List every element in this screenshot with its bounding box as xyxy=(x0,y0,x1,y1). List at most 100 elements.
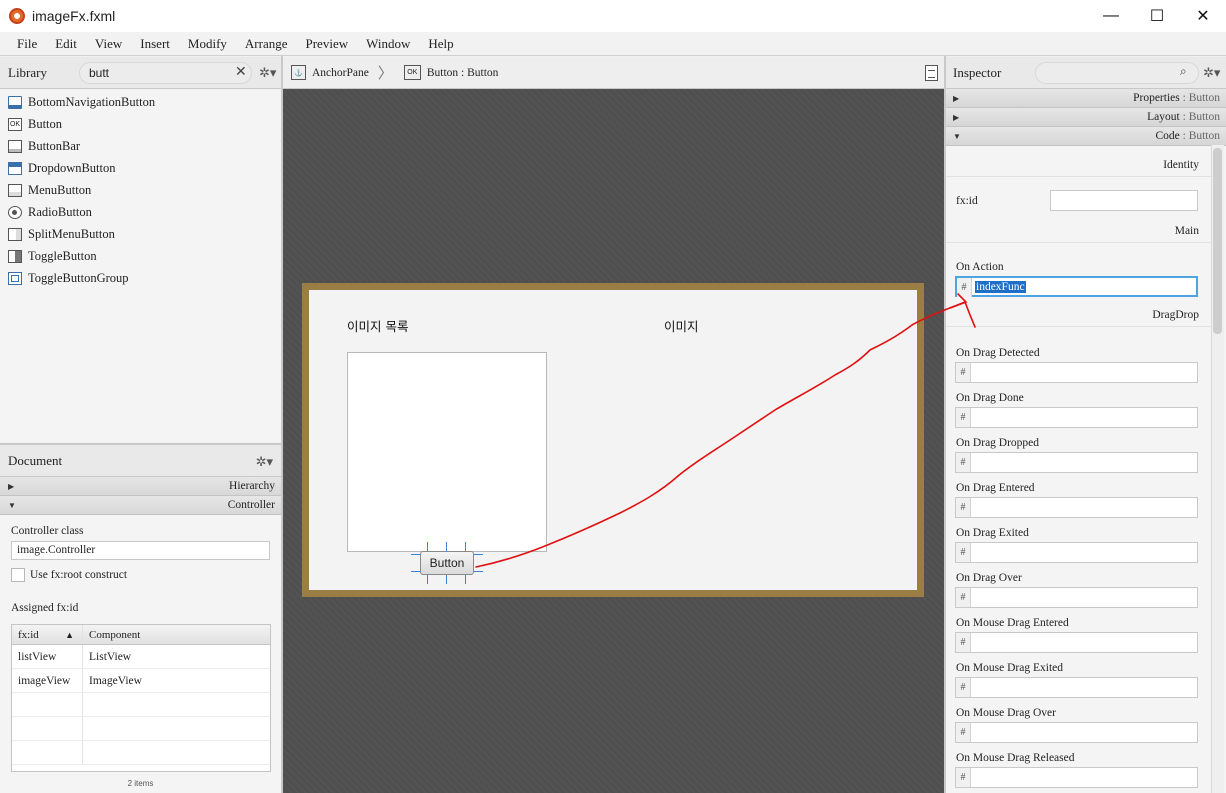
on-action-label: On Action xyxy=(956,261,1004,273)
library-item-split-menu-button[interactable]: SplitMenuButton xyxy=(0,223,281,245)
menu-file[interactable]: File xyxy=(8,36,46,52)
identity-title: Identity xyxy=(946,155,1212,177)
event-handler-field[interactable]: # xyxy=(955,542,1198,563)
event-handler-field[interactable]: # xyxy=(955,362,1198,383)
empty-row xyxy=(12,693,270,717)
menu-edit[interactable]: Edit xyxy=(46,36,86,52)
close-button[interactable]: ✕ xyxy=(1180,0,1226,32)
library-item-toggle-button-group[interactable]: ToggleButtonGroup xyxy=(0,267,281,289)
maximize-button[interactable]: ☐ xyxy=(1134,0,1180,32)
fxid-column-header[interactable]: fx:id ▲ xyxy=(12,625,83,644)
controller-accordion[interactable]: ▼ Controller xyxy=(0,496,281,515)
library-item-button[interactable]: OK Button xyxy=(0,113,281,135)
event-handler-input[interactable] xyxy=(971,408,1197,427)
menu-preview[interactable]: Preview xyxy=(297,36,358,52)
on-action-input[interactable]: indexFunc xyxy=(972,278,1196,295)
library-item-button-bar[interactable]: ButtonBar xyxy=(0,135,281,157)
event-handler-field[interactable]: # xyxy=(955,407,1198,428)
fxid-input[interactable] xyxy=(1050,190,1198,211)
resize-handle[interactable] xyxy=(446,575,447,584)
sort-ascending-icon: ▲ xyxy=(65,629,74,640)
list-view[interactable] xyxy=(347,352,547,552)
menu-help[interactable]: Help xyxy=(419,36,462,52)
resize-handle[interactable] xyxy=(465,542,466,551)
inspector-scrollbar-thumb[interactable] xyxy=(1213,148,1222,334)
document-icon[interactable] xyxy=(925,65,938,81)
resize-handle[interactable] xyxy=(411,554,420,555)
minimize-button[interactable]: — xyxy=(1088,0,1134,32)
menu-view[interactable]: View xyxy=(86,36,131,52)
library-item-bottom-navigation-button[interactable]: BottomNavigationButton xyxy=(0,91,281,113)
menu-window[interactable]: Window xyxy=(357,36,419,52)
menu-insert[interactable]: Insert xyxy=(131,36,179,52)
event-handler-input[interactable] xyxy=(971,543,1197,562)
on-action-field[interactable]: # indexFunc xyxy=(955,276,1198,297)
resize-handle[interactable] xyxy=(474,554,483,555)
table-header: fx:id ▲ Component xyxy=(12,625,270,645)
assigned-fxid-label: Assigned fx:id xyxy=(11,602,79,614)
resize-handle[interactable] xyxy=(465,575,466,584)
properties-accordion[interactable]: ▶ Properties : Button xyxy=(946,89,1226,108)
table-row[interactable]: listView ListView xyxy=(12,645,270,669)
event-handler-input[interactable] xyxy=(971,678,1197,697)
inspector-gear-icon[interactable]: ✲▾ xyxy=(1203,65,1220,81)
resize-handle[interactable] xyxy=(474,571,483,572)
event-handler-input[interactable] xyxy=(971,768,1197,787)
event-handler-input[interactable] xyxy=(971,498,1197,517)
code-accordion[interactable]: ▼ Code : Button xyxy=(946,127,1226,146)
library-gear-icon[interactable]: ✲▾ xyxy=(259,65,276,81)
event-handler-input[interactable] xyxy=(971,723,1197,742)
button-bar-icon xyxy=(8,139,22,153)
library-item-radio-button[interactable]: RadioButton xyxy=(0,201,281,223)
collapsed-arrow-icon: ▶ xyxy=(953,112,960,122)
event-handler-field[interactable]: # xyxy=(955,452,1198,473)
menu-arrange[interactable]: Arrange xyxy=(236,36,297,52)
image-list-label[interactable]: 이미지 목록 xyxy=(347,316,408,335)
event-handler-field[interactable]: # xyxy=(955,677,1198,698)
document-gear-icon[interactable]: ✲▾ xyxy=(256,454,273,470)
resize-handle[interactable] xyxy=(427,542,428,551)
menu-modify[interactable]: Modify xyxy=(179,36,236,52)
inspector-search-input[interactable] xyxy=(1035,62,1199,84)
selected-button[interactable]: Button xyxy=(420,551,474,575)
clear-search-icon[interactable]: ✕ xyxy=(235,64,247,81)
inspector-header: Inspector ⌕ ✲▾ xyxy=(946,57,1226,89)
section-target: Button xyxy=(1188,111,1220,123)
resize-handle[interactable] xyxy=(427,575,428,584)
breadcrumb-anchorpane[interactable]: AnchorPane xyxy=(312,67,369,79)
main-title: Main xyxy=(946,221,1212,243)
event-label: On Mouse Drag Over xyxy=(956,707,1056,719)
breadcrumb-button[interactable]: Button : Button xyxy=(427,67,499,79)
controller-class-input[interactable]: image.Controller xyxy=(11,541,270,560)
resize-handle[interactable] xyxy=(446,542,447,551)
library-item-label: SplitMenuButton xyxy=(28,226,115,241)
library-list: BottomNavigationButton OK Button ButtonB… xyxy=(0,89,281,289)
table-row[interactable]: imageView ImageView xyxy=(12,669,270,693)
image-label[interactable]: 이미지 xyxy=(664,316,699,335)
event-label: On Drag Detected xyxy=(956,347,1040,359)
event-handler-field[interactable]: # xyxy=(955,632,1198,653)
hash-icon: # xyxy=(956,543,971,562)
event-handler-input[interactable] xyxy=(971,588,1197,607)
hierarchy-accordion[interactable]: ▶ Hierarchy xyxy=(0,477,281,496)
event-handler-field[interactable]: # xyxy=(955,587,1198,608)
resize-handle[interactable] xyxy=(411,571,420,572)
hash-icon: # xyxy=(956,678,971,697)
layout-accordion[interactable]: ▶ Layout : Button xyxy=(946,108,1226,127)
event-handler-field[interactable]: # xyxy=(955,722,1198,743)
library-title: Library xyxy=(8,64,47,80)
event-handler-input[interactable] xyxy=(971,363,1197,382)
event-handler-input[interactable] xyxy=(971,453,1197,472)
library-item-label: BottomNavigationButton xyxy=(28,94,156,109)
event-handler-field[interactable]: # xyxy=(955,497,1198,518)
assigned-fxid-table: fx:id ▲ Component listView ListView imag… xyxy=(11,624,271,772)
fxid-label: fx:id xyxy=(956,195,978,207)
event-handler-input[interactable] xyxy=(971,633,1197,652)
fxroot-checkbox[interactable] xyxy=(11,568,25,582)
event-handler-field[interactable]: # xyxy=(955,767,1198,788)
library-search-input[interactable]: butt xyxy=(79,62,252,84)
library-item-toggle-button[interactable]: ToggleButton xyxy=(0,245,281,267)
library-item-menu-button[interactable]: MenuButton xyxy=(0,179,281,201)
component-column-header[interactable]: Component xyxy=(83,625,270,644)
library-item-dropdown-button[interactable]: DropdownButton xyxy=(0,157,281,179)
